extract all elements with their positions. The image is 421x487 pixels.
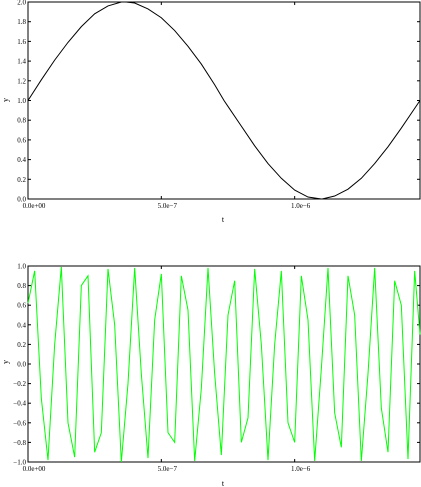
figure-background xyxy=(0,0,421,487)
bottom-y-tick-label: 0.8 xyxy=(17,282,26,290)
bottom-x-tick-label: 5.0e−7 xyxy=(158,465,178,473)
top-y-tick-label: 0.4 xyxy=(17,156,26,164)
top-y-tick-label: 2.0 xyxy=(17,0,26,7)
bottom-y-tick-label: −0.4 xyxy=(13,400,26,408)
top-y-tick-label: 1.8 xyxy=(17,18,26,26)
top-y-tick-label: 1.4 xyxy=(17,58,26,66)
bottom-y-axis-label: y xyxy=(1,360,10,364)
top-y-tick-label: 0.6 xyxy=(17,136,26,144)
bottom-x-tick-label: 0.0e+00 xyxy=(23,465,46,473)
bottom-y-tick-label: −0.6 xyxy=(13,419,26,427)
bottom-y-tick-label: 0.6 xyxy=(17,302,26,310)
bottom-y-tick-label: 0.0 xyxy=(17,361,26,369)
bottom-y-tick-label: 1.0 xyxy=(17,263,26,271)
bottom-y-tick-label: 0.2 xyxy=(17,341,26,349)
top-y-tick-label: 1.6 xyxy=(17,38,26,46)
top-y-axis-label: y xyxy=(1,98,10,102)
top-y-tick-label: 1.0 xyxy=(17,97,26,105)
top-x-tick-label: 0.0e+00 xyxy=(23,202,46,210)
bottom-x-tick-label: 1.0e−6 xyxy=(291,465,311,473)
bottom-y-tick-label: −0.8 xyxy=(13,439,26,447)
figure: t y 0.00.20.40.60.81.01.21.41.61.82.00.0… xyxy=(0,0,421,487)
top-x-tick-label: 1.0e−6 xyxy=(291,202,311,210)
top-x-tick-label: 5.0e−7 xyxy=(158,202,178,210)
top-y-tick-label: 1.2 xyxy=(17,77,26,85)
top-y-tick-label: 0.8 xyxy=(17,117,26,125)
bottom-y-tick-label: −0.2 xyxy=(13,380,26,388)
top-y-tick-label: 0.2 xyxy=(17,176,26,184)
bottom-y-tick-label: 0.4 xyxy=(17,321,26,329)
